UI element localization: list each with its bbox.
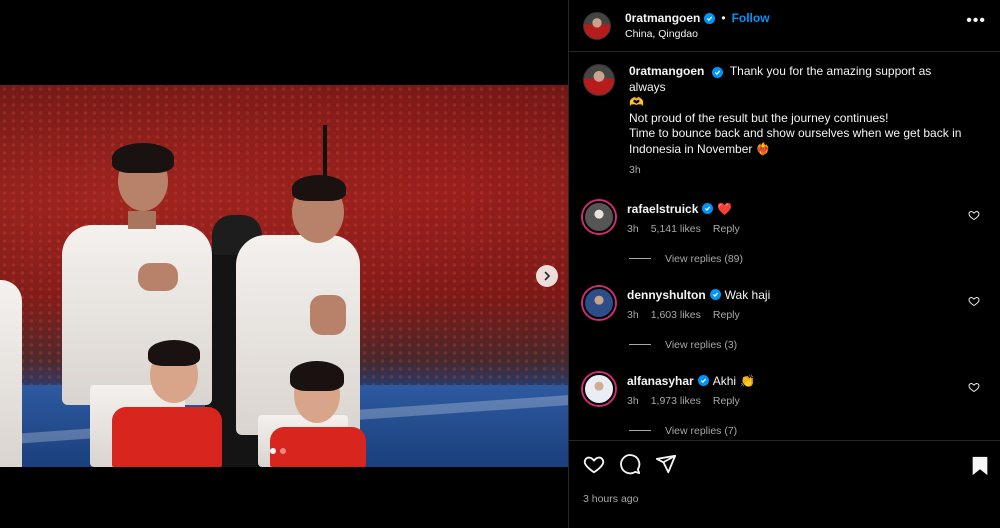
comments-scroll[interactable]: 0ratmangoen Thank you for the amazing su…: [569, 52, 1000, 440]
heart-icon[interactable]: [968, 295, 980, 307]
comment-time[interactable]: 3h: [627, 395, 639, 407]
view-replies-label: View replies (89): [665, 252, 744, 265]
verified-badge-icon: [702, 203, 714, 214]
comment-text: Wak haji: [724, 287, 771, 302]
commenter-username[interactable]: dennyshulton: [627, 288, 706, 302]
commenter-avatar[interactable]: [583, 200, 615, 233]
post-header: 0ratmangoen • Follow China, Qingdao •••: [569, 0, 1000, 52]
comment: alfanasyhar Akhi 👏 3h 1,973 likes Reply: [583, 372, 986, 407]
carousel-dots: [270, 448, 286, 454]
view-replies-label: View replies (3): [665, 338, 738, 351]
reply-button[interactable]: Reply: [713, 223, 740, 235]
comment-emoji: 👏: [740, 373, 755, 388]
caption-avatar[interactable]: [583, 64, 615, 96]
caption-emoji-1: 🫶: [629, 95, 644, 109]
verified-badge-icon: [711, 67, 723, 78]
comment: dennyshulton Wak haji 3h 1,603 likes Rep…: [583, 286, 986, 321]
follow-button[interactable]: Follow: [732, 11, 770, 25]
post-media: [0, 0, 568, 528]
caption-line-3: Time to bounce back and show ourselves w…: [629, 126, 962, 156]
post-timestamp[interactable]: 3 hours ago: [583, 493, 986, 505]
bookmark-icon[interactable]: [970, 455, 990, 477]
separator-dot: •: [721, 11, 726, 25]
view-replies-button[interactable]: View replies (7): [629, 425, 986, 437]
caption-timestamp[interactable]: 3h: [629, 163, 969, 179]
comment-likes[interactable]: 1,603 likes: [651, 309, 701, 321]
next-photo-button[interactable]: [536, 265, 558, 287]
chevron-right-icon: [544, 271, 551, 281]
comment: rafaelstruick ❤️ 3h 5,141 likes Reply: [583, 200, 986, 235]
heart-icon[interactable]: [968, 209, 980, 221]
comment-likes[interactable]: 1,973 likes: [651, 395, 701, 407]
comment-time[interactable]: 3h: [627, 223, 639, 235]
caption-emoji-2: ❤️‍🔥: [755, 141, 771, 156]
post-side-panel: 0ratmangoen • Follow China, Qingdao ••• …: [568, 0, 1000, 528]
commenter-username[interactable]: rafaelstruick: [627, 202, 698, 216]
commenter-avatar[interactable]: [583, 286, 615, 319]
reply-button[interactable]: Reply: [713, 395, 740, 407]
location-link[interactable]: China, Qingdao: [625, 28, 770, 40]
view-replies-label: View replies (7): [665, 424, 738, 437]
carousel-dot: [270, 448, 276, 454]
author-username[interactable]: 0ratmangoen: [625, 11, 700, 25]
share-icon[interactable]: [655, 453, 677, 475]
heart-icon[interactable]: [968, 381, 980, 393]
verified-badge-icon: [709, 289, 721, 300]
comment-time[interactable]: 3h: [627, 309, 639, 321]
post-caption: 0ratmangoen Thank you for the amazing su…: [583, 64, 986, 179]
view-replies-button[interactable]: View replies (89): [629, 253, 986, 265]
comment-text: Akhi: [712, 373, 737, 388]
caption-username[interactable]: 0ratmangoen: [629, 64, 704, 78]
commenter-avatar[interactable]: [583, 372, 615, 405]
carousel-dot: [280, 448, 286, 454]
comment-icon[interactable]: [619, 453, 641, 475]
heart-icon[interactable]: [583, 453, 605, 475]
verified-badge-icon: [697, 375, 709, 386]
comment-likes[interactable]: 5,141 likes: [651, 223, 701, 235]
more-options-icon[interactable]: •••: [966, 12, 986, 30]
author-avatar[interactable]: [583, 11, 611, 40]
commenter-username[interactable]: alfanasyhar: [627, 374, 694, 388]
caption-line-2: Not proud of the result but the journey …: [629, 110, 889, 125]
verified-badge-icon: [704, 12, 716, 24]
post-actions-bar: 3 hours ago: [569, 440, 1000, 528]
reply-button[interactable]: Reply: [713, 309, 740, 321]
view-replies-button[interactable]: View replies (3): [629, 339, 986, 351]
post-photo[interactable]: [0, 85, 568, 467]
comment-emoji: ❤️: [717, 201, 733, 216]
